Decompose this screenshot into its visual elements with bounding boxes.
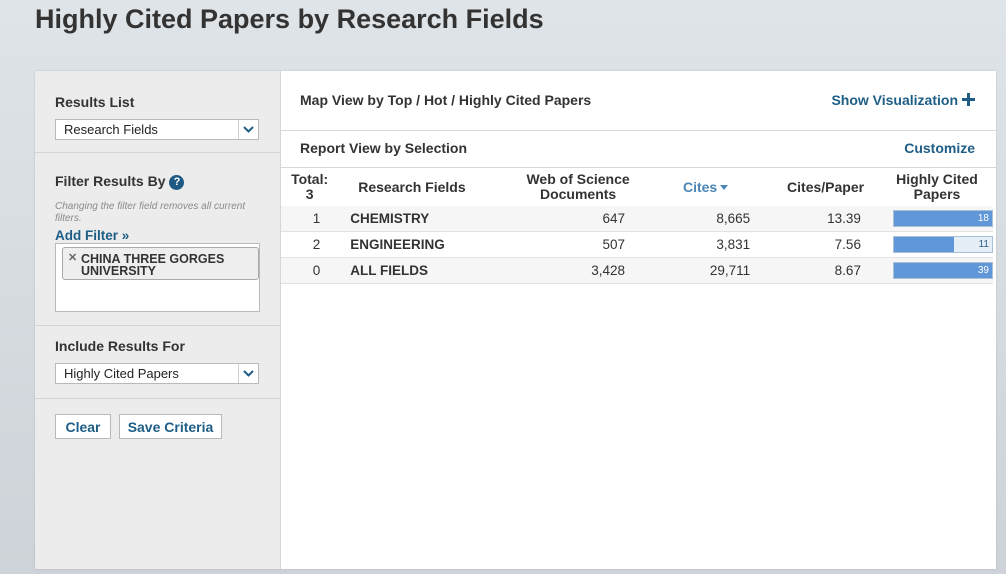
show-visualization-label: Show Visualization (831, 92, 958, 108)
row-cites-per-paper: 8.67 (770, 257, 881, 284)
table-row: 2 ENGINEERING 507 3,831 7.56 11 (281, 231, 993, 258)
include-select[interactable]: Highly Cited Papers (55, 363, 259, 384)
header-docs-line2: Documents (539, 186, 617, 202)
row-rank: 1 (281, 206, 339, 232)
row-cites: 3,831 (640, 231, 771, 258)
map-view-title: Map View by Top / Hot / Highly Cited Pap… (300, 92, 592, 108)
hcp-bar-label: 39 (977, 265, 989, 276)
header-total: Total: 3 (281, 168, 338, 206)
results-list-select[interactable]: Research Fields (55, 119, 259, 140)
sidebar: Results List Research Fields Filter Resu… (35, 71, 281, 569)
table-row: 0 ALL FIELDS 3,428 29,711 8.67 39 (281, 257, 993, 284)
plus-icon (962, 93, 975, 106)
hcp-bar-label: 18 (977, 213, 989, 224)
results-list-value: Research Fields (64, 122, 158, 137)
filter-hint: Changing the filter field removes all cu… (55, 201, 246, 224)
report-view-bar: Report View by Selection Customize (281, 131, 996, 168)
header-hcp-line2: Papers (913, 186, 961, 202)
filter-tag: ✕ CHINA THREE GORGES UNIVERSITY (62, 247, 259, 280)
filter-label-text: Filter Results By (55, 173, 166, 189)
header-cites[interactable]: Cites (641, 168, 770, 206)
table-row: 1 CHEMISTRY 647 8,665 13.39 18 (281, 206, 993, 232)
row-cites: 8,665 (640, 206, 771, 232)
header-docs-line1: Web of Science (526, 171, 630, 187)
filter-tag-label: CHINA THREE GORGES UNIVERSITY (81, 252, 225, 278)
row-cites: 29,711 (640, 257, 771, 284)
row-research-field-link[interactable]: CHEMISTRY (338, 206, 516, 232)
help-icon[interactable]: ? (169, 174, 185, 190)
hcp-bar: 39 (892, 262, 993, 279)
report-view-title: Report View by Selection (300, 140, 468, 156)
filter-tag-box: ✕ CHINA THREE GORGES UNIVERSITY (55, 243, 260, 312)
row-highly-cited-papers: 39 (880, 257, 993, 284)
clear-button[interactable]: Clear (55, 414, 111, 439)
row-cites-per-paper: 7.56 (770, 231, 881, 258)
hcp-bar: 18 (892, 210, 993, 227)
row-rank: 2 (281, 231, 339, 258)
header-total-count: 3 (305, 186, 314, 202)
results-table: Total: 3 Research Fields Web of Science Do… (281, 168, 993, 284)
sort-desc-icon (720, 184, 729, 190)
row-rank: 0 (281, 257, 339, 284)
header-research-fields[interactable]: Research Fields (338, 168, 515, 206)
header-wos-documents[interactable]: Web of Science Documents (515, 168, 641, 206)
page-title: Highly Cited Papers by Research Fields (35, 4, 544, 34)
header-total-label: Total: (291, 171, 329, 187)
results-list-section: Results List Research Fields (35, 71, 280, 153)
include-label: Include Results For (55, 338, 185, 354)
save-criteria-button[interactable]: Save Criteria (119, 414, 222, 439)
row-research-field-link[interactable]: ENGINEERING (338, 231, 516, 258)
add-filter-link[interactable]: Add Filter » (55, 228, 129, 243)
hcp-bar: 11 (892, 236, 993, 253)
row-wos-documents: 507 (515, 231, 641, 258)
remove-filter-icon[interactable]: ✕ (68, 252, 77, 264)
table-header-row: Total: 3 Research Fields Web of Science Do… (281, 168, 993, 206)
row-wos-documents: 647 (515, 206, 641, 232)
row-research-field-link[interactable]: ALL FIELDS (338, 257, 516, 284)
header-cites-per-paper[interactable]: Cites/Paper (770, 168, 881, 206)
hcp-bar-fill (893, 237, 954, 252)
row-wos-documents: 3,428 (515, 257, 641, 284)
map-view-bar: Map View by Top / Hot / Highly Cited Pap… (281, 71, 996, 131)
show-visualization-link[interactable]: Show Visualization (831, 92, 975, 108)
row-cites-per-paper: 13.39 (770, 206, 881, 232)
chevron-down-icon (238, 364, 258, 383)
include-section: Include Results For Highly Cited Papers (35, 326, 280, 399)
results-list-label: Results List (55, 94, 135, 110)
include-value: Highly Cited Papers (64, 366, 179, 381)
customize-link[interactable]: Customize (904, 140, 975, 156)
header-hcp-line1: Highly Cited (896, 171, 978, 187)
chevron-down-icon (238, 120, 258, 139)
filter-section: Filter Results By? Changing the filter f… (35, 153, 280, 326)
header-cites-label: Cites (682, 178, 718, 195)
hcp-bar-label: 11 (978, 239, 989, 250)
row-highly-cited-papers: 11 (880, 231, 993, 258)
row-highly-cited-papers: 18 (880, 206, 993, 232)
results-panel: Results List Research Fields Filter Resu… (35, 71, 996, 569)
header-highly-cited-papers[interactable]: Highly Cited Papers (881, 168, 993, 206)
main-content: Map View by Top / Hot / Highly Cited Pap… (281, 71, 996, 569)
filter-label: Filter Results By? (55, 173, 185, 190)
